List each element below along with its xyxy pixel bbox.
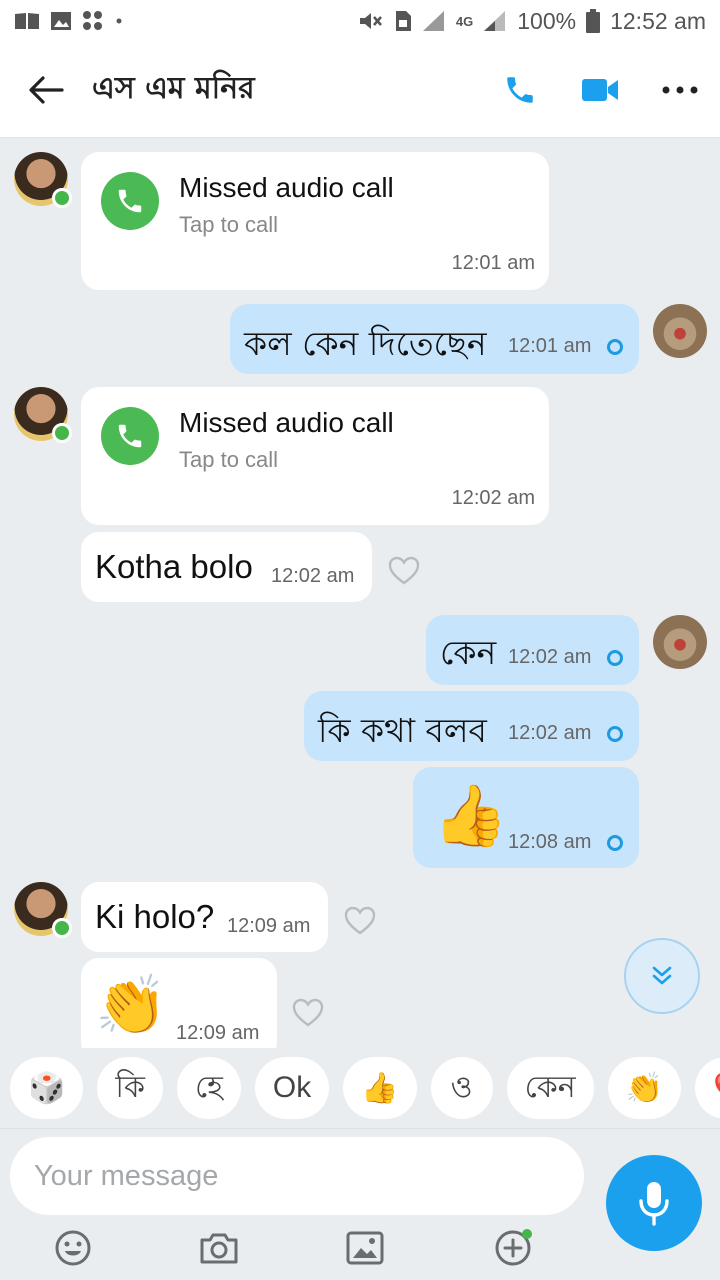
phone-icon [101, 172, 159, 230]
dot-icon [116, 18, 122, 24]
sent-status-icon [607, 726, 623, 742]
online-indicator [52, 188, 72, 208]
quick-reply-he[interactable]: হে [176, 1057, 241, 1119]
outgoing-message-bubble[interactable]: কি কথা বলব 12:02 am [304, 691, 639, 761]
quick-reply-bar: 🎲 কি হে Ok 👍 ও কেন 👏 ❤️ [0, 1048, 720, 1128]
message-list[interactable]: Missed audio call Tap to call 12:01 am ক… [0, 138, 720, 1048]
camera-button[interactable] [192, 1221, 246, 1275]
message-time: 12:08 am [508, 831, 592, 853]
video-camera-icon [582, 78, 618, 101]
camera-icon [200, 1233, 238, 1264]
heart-icon[interactable] [344, 906, 376, 936]
my-avatar [653, 615, 707, 669]
contact-avatar[interactable] [14, 882, 72, 938]
message-text: কেন [440, 633, 497, 672]
more-options-button[interactable] [640, 42, 720, 138]
message-text: Kotha bolo [95, 548, 253, 585]
call-title: Missed audio call [179, 407, 394, 438]
battery-icon [586, 9, 601, 33]
apps-icon [83, 11, 102, 30]
microphone-icon [639, 1182, 669, 1226]
double-chevron-down-icon [652, 966, 672, 985]
sent-status-icon [607, 835, 623, 851]
quick-reply-ken[interactable]: কেন [506, 1057, 594, 1119]
message-time: 12:09 am [176, 1022, 260, 1044]
back-button[interactable] [0, 42, 92, 138]
notification-icons [14, 10, 124, 32]
message-input[interactable] [10, 1137, 584, 1215]
incoming-message-bubble[interactable]: Ki holo? 12:09 am [81, 882, 328, 952]
clapping-emoji: 👏 [95, 973, 168, 1038]
message-time: 12:02 am [271, 565, 355, 587]
thumbs-up-emoji: 👍 [433, 782, 508, 849]
message-time: 12:02 am [508, 722, 592, 744]
message-time: 12:09 am [227, 915, 311, 937]
quick-reply-heart[interactable]: ❤️ [695, 1057, 720, 1119]
voice-message-button[interactable] [606, 1155, 702, 1251]
quick-reply-clap[interactable]: 👏 [607, 1057, 682, 1119]
call-title: Missed audio call [179, 172, 394, 203]
message-text: কি কথা বলব [318, 711, 487, 750]
network-type-label: 4G [455, 13, 474, 29]
outgoing-message-bubble[interactable]: কল কেন দিতেছেন 12:01 am [230, 304, 639, 374]
emoji-button[interactable] [46, 1221, 100, 1275]
my-avatar [653, 304, 707, 358]
contact-name[interactable]: এস এম মনির [92, 64, 255, 115]
add-button[interactable] [486, 1221, 540, 1275]
message-time: 12:02 am [451, 487, 535, 509]
sent-status-icon [607, 650, 623, 666]
back-arrow-icon [29, 75, 64, 104]
phone-icon [507, 76, 533, 103]
quick-reply-dice[interactable]: 🎲 [10, 1057, 84, 1119]
outgoing-emoji-bubble[interactable]: 👍 12:08 am [413, 767, 639, 868]
signal-icon [422, 11, 444, 31]
call-subtitle: Tap to call [179, 447, 279, 472]
contact-avatar[interactable] [14, 387, 72, 443]
missed-call-bubble[interactable]: Missed audio call Tap to call 12:01 am [81, 152, 549, 290]
scroll-to-bottom-button[interactable] [624, 938, 700, 1014]
status-bar: 4G 100% 12:52 am [0, 0, 720, 42]
sim-icon [395, 11, 411, 31]
sent-status-icon [607, 339, 623, 355]
message-composer [0, 1128, 720, 1280]
message-text: Ki holo? [95, 898, 215, 935]
message-time: 12:02 am [508, 646, 592, 668]
outgoing-message-bubble[interactable]: কেন 12:02 am [426, 615, 639, 685]
signal-bars-icon [484, 11, 506, 31]
image-icon [51, 12, 71, 30]
battery-percent: 100% [517, 7, 577, 34]
system-status: 4G 100% 12:52 am [358, 8, 706, 35]
quick-reply-ok[interactable]: Ok [254, 1057, 330, 1119]
message-time: 12:01 am [451, 252, 535, 274]
incoming-message-bubble[interactable]: Kotha bolo 12:02 am [81, 532, 372, 602]
video-call-button[interactable] [560, 42, 640, 138]
call-subtitle: Tap to call [179, 212, 279, 237]
mute-icon [359, 13, 382, 29]
heart-icon[interactable] [388, 556, 420, 586]
gallery-button[interactable] [338, 1221, 392, 1275]
quick-reply-o[interactable]: ও [430, 1057, 493, 1119]
online-indicator [52, 423, 72, 443]
phone-icon [101, 407, 159, 465]
contact-avatar[interactable] [14, 152, 72, 208]
book-icon [15, 13, 39, 29]
gallery-icon [346, 1231, 384, 1265]
chat-header: এস এম মনির [0, 42, 720, 138]
message-time: 12:01 am [508, 335, 592, 357]
online-indicator [52, 918, 72, 938]
message-text: কল কেন দিতেছেন [244, 324, 487, 363]
incoming-emoji-bubble[interactable]: 👏 12:09 am [81, 958, 277, 1048]
emoji-icon [55, 1230, 91, 1266]
add-icon [495, 1229, 532, 1266]
audio-call-button[interactable] [480, 42, 560, 138]
heart-icon[interactable] [292, 998, 324, 1028]
more-icon [662, 86, 698, 93]
quick-reply-ki[interactable]: কি [97, 1057, 163, 1119]
missed-call-bubble[interactable]: Missed audio call Tap to call 12:02 am [81, 387, 549, 525]
quick-reply-thumbs-up[interactable]: 👍 [343, 1057, 417, 1119]
clock: 12:52 am [610, 7, 706, 34]
